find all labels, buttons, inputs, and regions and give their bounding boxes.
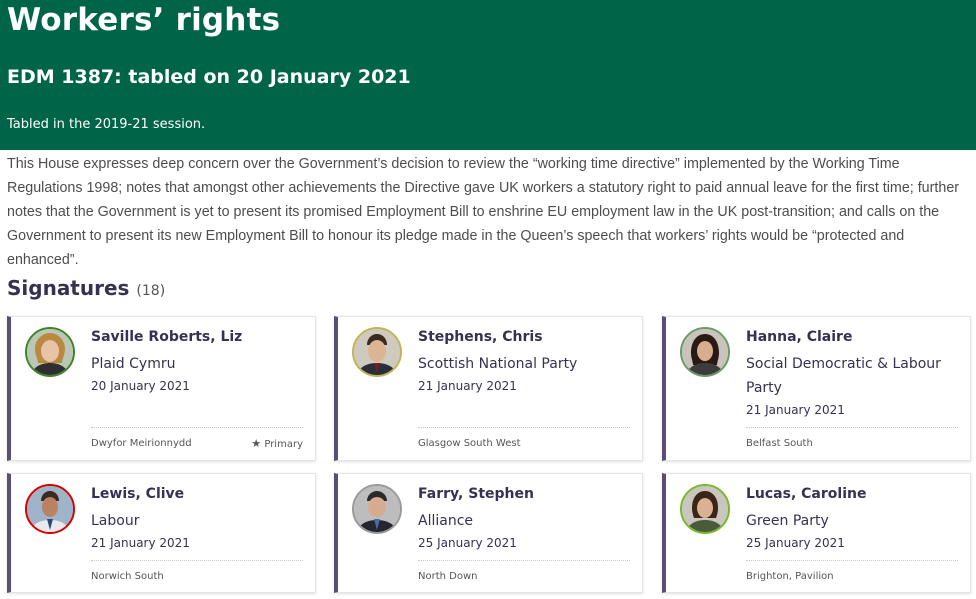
member-party: Plaid Cymru [91, 356, 176, 372]
card-divider [91, 560, 303, 561]
card-divider [91, 427, 303, 428]
signature-card[interactable]: Farry, Stephen Alliance 25 January 2021 … [334, 473, 643, 593]
member-name[interactable]: Lucas, Caroline [746, 486, 866, 502]
member-name[interactable]: Hanna, Claire [746, 329, 852, 345]
member-name[interactable]: Stephens, Chris [418, 329, 543, 345]
signed-date: 25 January 2021 [746, 536, 845, 550]
member-constituency: North Down [418, 571, 478, 582]
member-avatar [680, 327, 730, 377]
member-party: Green Party [746, 513, 829, 529]
member-avatar [25, 484, 75, 534]
member-avatar [352, 484, 402, 534]
signature-card[interactable]: Lewis, Clive Labour 21 January 2021 Norw… [7, 473, 316, 593]
member-party: Alliance [418, 513, 474, 529]
page-title: Workers’ rights [7, 2, 281, 38]
member-party: Scottish National Party [418, 356, 578, 372]
member-name[interactable]: Farry, Stephen [418, 486, 534, 502]
member-avatar [352, 327, 402, 377]
signature-card[interactable]: Hanna, Claire Social Democratic & Labour… [662, 316, 971, 461]
signed-date: 21 January 2021 [746, 403, 845, 417]
signature-card[interactable]: Lucas, Caroline Green Party 25 January 2… [662, 473, 971, 593]
signatures-count: (18) [136, 283, 166, 299]
signed-date: 21 January 2021 [91, 536, 190, 550]
primary-sponsor-badge: ★ Primary [251, 437, 303, 450]
session-text: Tabled in the 2019-21 session. [7, 117, 206, 132]
edm-subtitle: EDM 1387: tabled on 20 January 2021 [7, 66, 411, 88]
signatures-title: Signatures [7, 276, 130, 300]
card-divider [746, 560, 958, 561]
signature-card[interactable]: Stephens, Chris Scottish National Party … [334, 316, 643, 461]
member-name[interactable]: Lewis, Clive [91, 486, 184, 502]
card-divider [746, 427, 958, 428]
member-avatar [680, 484, 730, 534]
card-divider [418, 560, 630, 561]
member-name[interactable]: Saville Roberts, Liz [91, 329, 242, 345]
member-party: Social Democratic & Labour Party [746, 356, 941, 396]
signatures-heading: Signatures (18) [7, 276, 165, 300]
member-constituency: Dwyfor Meirionnydd [91, 438, 192, 449]
card-divider [418, 427, 630, 428]
primary-label: Primary [264, 439, 303, 450]
member-constituency: Brighton, Pavilion [746, 571, 834, 582]
star-icon: ★ [251, 437, 262, 450]
member-party: Labour [91, 513, 140, 529]
page-header: Workers’ rights EDM 1387: tabled on 20 J… [0, 0, 976, 150]
member-constituency: Norwich South [91, 571, 164, 582]
member-constituency: Belfast South [746, 438, 813, 449]
signature-card[interactable]: Saville Roberts, Liz Plaid Cymru 20 Janu… [7, 316, 316, 461]
member-constituency: Glasgow South West [418, 438, 521, 449]
signed-date: 20 January 2021 [91, 379, 190, 393]
member-avatar [25, 327, 75, 377]
signed-date: 21 January 2021 [418, 379, 517, 393]
motion-text: This House expresses deep concern over t… [7, 156, 960, 268]
signed-date: 25 January 2021 [418, 536, 517, 550]
